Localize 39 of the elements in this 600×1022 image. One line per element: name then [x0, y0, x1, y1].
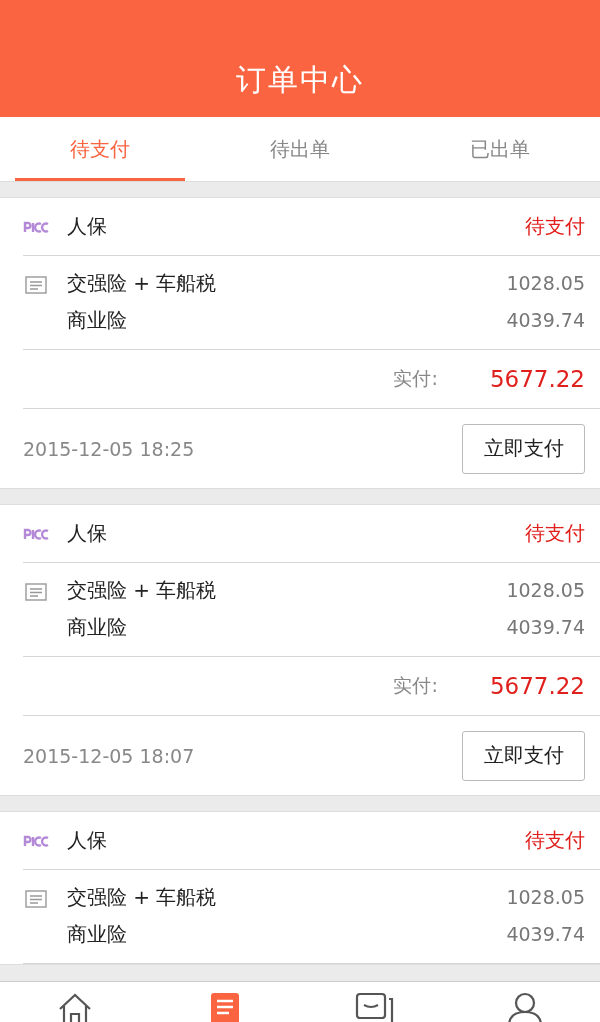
tab[interactable]: 待出单 [215, 117, 385, 181]
tab[interactable]: 已出单 [415, 117, 585, 181]
item-amount: 4039.74 [506, 922, 585, 947]
document-icon [25, 583, 47, 601]
item-name: 交强险 + 车船税 [67, 884, 217, 910]
total-amount: 5677.22 [489, 673, 585, 699]
order-status: 待支付 [525, 827, 585, 854]
page-title: 订单中心 [236, 61, 364, 99]
insurer-logo-icon [23, 220, 49, 233]
order-status: 待支付 [525, 213, 585, 240]
item-amount: 4039.74 [506, 308, 585, 333]
document-icon[interactable] [210, 992, 240, 1022]
insurer-logo-icon [23, 527, 49, 540]
item-amount: 1028.05 [506, 578, 585, 603]
item-name: 商业险 [67, 614, 127, 640]
insurer-name: 人保 [67, 827, 108, 854]
item-name: 交强险 + 车船税 [67, 577, 217, 603]
total-amount: 5677.22 [489, 366, 585, 392]
order-time: 2015-12-05 18:25 [23, 437, 196, 460]
item-name: 交强险 + 车船税 [67, 270, 217, 296]
document-icon [25, 276, 47, 294]
item-name: 商业险 [67, 921, 127, 947]
total-label: 实付: [393, 366, 438, 391]
person-icon[interactable] [507, 992, 543, 1022]
item-amount: 1028.05 [506, 271, 585, 296]
total-label: 实付: [393, 673, 438, 698]
item-name: 商业险 [67, 307, 127, 333]
item-amount: 1028.05 [506, 885, 585, 910]
document-icon [25, 890, 47, 908]
insurer-name: 人保 [67, 213, 108, 240]
order-time: 2015-12-05 18:07 [23, 744, 196, 767]
pay-now-button[interactable]: 立即支付 [462, 730, 585, 781]
order-status: 待支付 [525, 520, 585, 547]
chat-icon[interactable] [355, 992, 395, 1022]
home-icon[interactable] [58, 992, 92, 1022]
insurer-name: 人保 [67, 520, 108, 547]
item-amount: 4039.74 [506, 615, 585, 640]
tab[interactable]: 待支付 [15, 117, 185, 181]
pay-now-button[interactable]: 立即支付 [462, 423, 585, 474]
